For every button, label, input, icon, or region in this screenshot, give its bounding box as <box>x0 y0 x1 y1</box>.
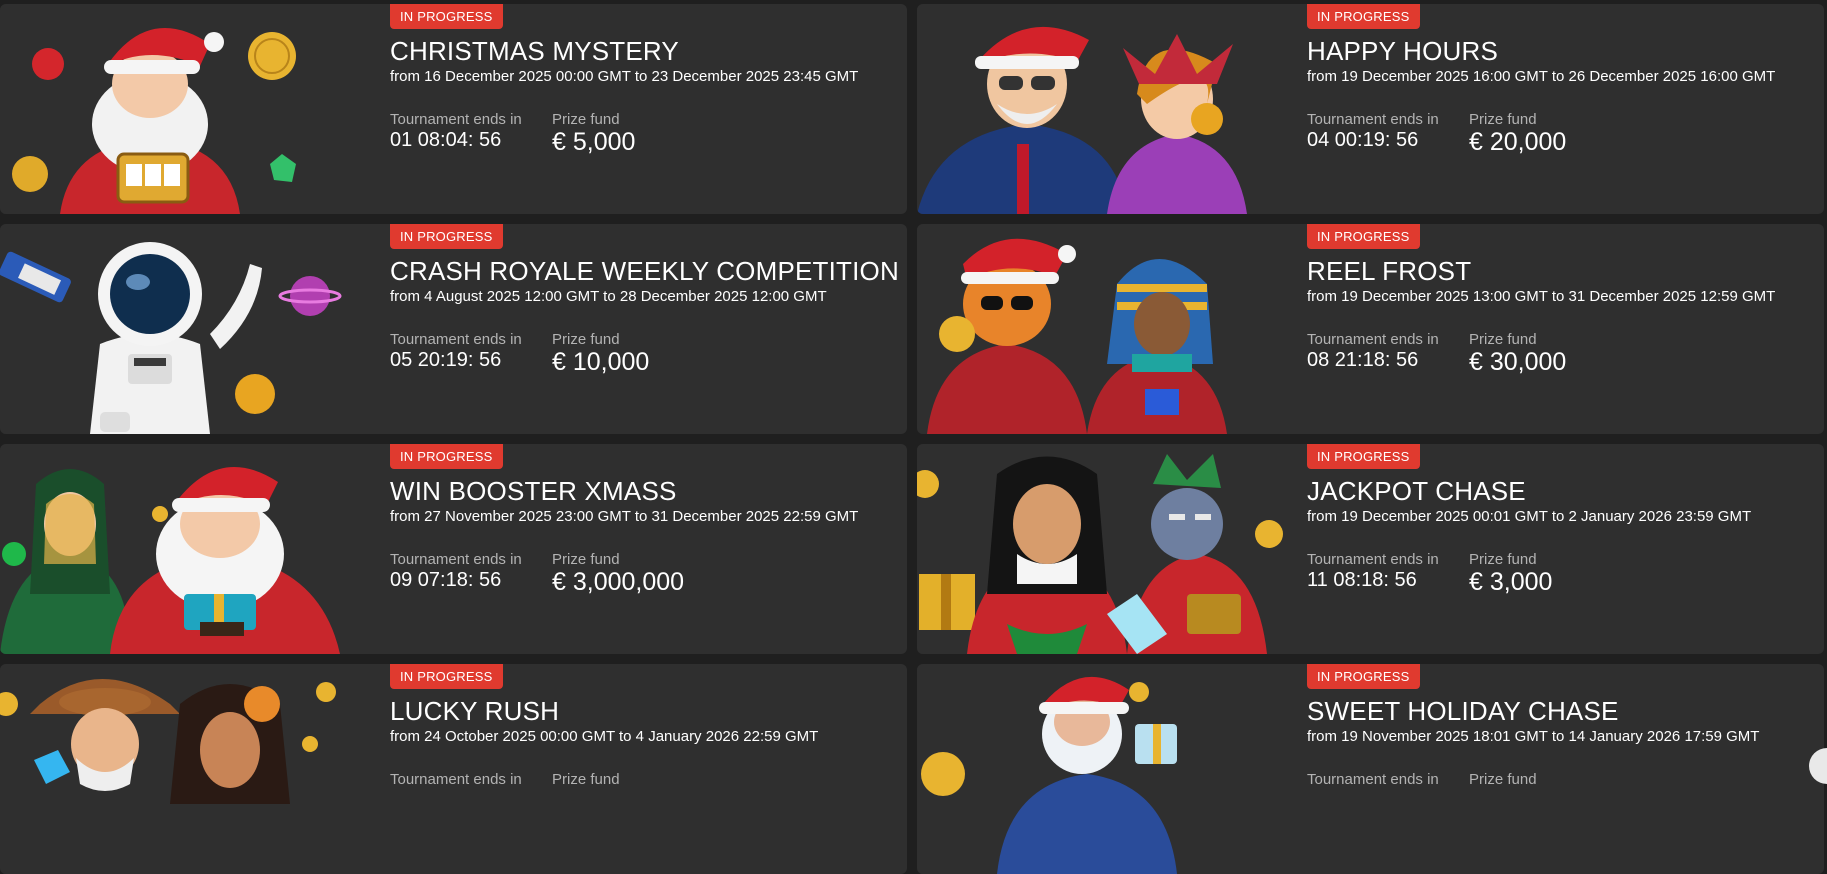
prize-fund-value: € 30,000 <box>1469 348 1567 376</box>
tournament-dates: from 16 December 2025 00:00 GMT to 23 De… <box>390 68 859 85</box>
tournament-image <box>0 664 370 874</box>
ends-in-label: Tournament ends in <box>1307 331 1439 348</box>
ends-in-label: Tournament ends in <box>390 331 522 348</box>
prize-fund-label: Prize fund <box>552 551 620 568</box>
prize-fund-value: € 5,000 <box>552 128 636 156</box>
prize-fund-value: € 10,000 <box>552 348 650 376</box>
prize-fund-label: Prize fund <box>552 771 620 788</box>
ends-in-countdown: 04 00:19: 56 <box>1307 129 1419 151</box>
tournament-image <box>917 4 1287 214</box>
tournament-image <box>0 4 370 214</box>
ends-in-countdown: 11 08:18: 56 <box>1307 569 1417 591</box>
tournament-card-crash-royale-weekly-competition[interactable]: IN PROGRESS CRASH ROYALE WEEKLY COMPETIT… <box>0 224 907 434</box>
status-badge: IN PROGRESS <box>1307 224 1420 249</box>
ends-in-countdown: 01 08:04: 56 <box>390 129 502 151</box>
tournament-image <box>0 224 370 434</box>
prize-fund-label: Prize fund <box>552 331 620 348</box>
ends-in-label: Tournament ends in <box>390 551 522 568</box>
ends-in-countdown: 05 20:19: 56 <box>390 349 502 371</box>
tournament-card-happy-hours[interactable]: IN PROGRESS HAPPY HOURS from 19 December… <box>917 4 1824 214</box>
tournament-card-win-booster-xmass[interactable]: IN PROGRESS WIN BOOSTER XMASS from 27 No… <box>0 444 907 654</box>
tournament-dates: from 19 November 2025 18:01 GMT to 14 Ja… <box>1307 728 1760 745</box>
tournament-title: JACKPOT CHASE <box>1307 476 1526 506</box>
tournament-title: LUCKY RUSH <box>390 696 560 726</box>
tournament-dates: from 19 December 2025 13:00 GMT to 31 De… <box>1307 288 1776 305</box>
tournament-dates: from 27 November 2025 23:00 GMT to 31 De… <box>390 508 859 525</box>
prize-fund-label: Prize fund <box>1469 331 1537 348</box>
tournament-title: CRASH ROYALE WEEKLY COMPETITION <box>390 256 899 286</box>
status-badge: IN PROGRESS <box>1307 4 1420 29</box>
tournament-title: WIN BOOSTER XMASS <box>390 476 677 506</box>
status-badge: IN PROGRESS <box>390 664 503 689</box>
tournament-image <box>917 664 1287 874</box>
tournament-title: REEL FROST <box>1307 256 1472 286</box>
ends-in-label: Tournament ends in <box>390 771 522 788</box>
status-badge: IN PROGRESS <box>1307 664 1420 689</box>
tournament-title: CHRISTMAS MYSTERY <box>390 36 679 66</box>
tournament-title: HAPPY HOURS <box>1307 36 1498 66</box>
tournament-image <box>0 444 370 654</box>
prize-fund-value: € 20,000 <box>1469 128 1567 156</box>
ends-in-label: Tournament ends in <box>1307 771 1439 788</box>
status-badge: IN PROGRESS <box>390 4 503 29</box>
prize-fund-label: Prize fund <box>552 111 620 128</box>
status-badge: IN PROGRESS <box>390 444 503 469</box>
tournament-card-jackpot-chase[interactable]: IN PROGRESS JACKPOT CHASE from 19 Decemb… <box>917 444 1824 654</box>
tournament-dates: from 24 October 2025 00:00 GMT to 4 Janu… <box>390 728 819 745</box>
tournament-card-sweet-holiday-chase[interactable]: IN PROGRESS SWEET HOLIDAY CHASE from 19 … <box>917 664 1824 874</box>
prize-fund-label: Prize fund <box>1469 111 1537 128</box>
tournament-title: SWEET HOLIDAY CHASE <box>1307 696 1619 726</box>
prize-fund-label: Prize fund <box>1469 551 1537 568</box>
tournament-dates: from 4 August 2025 12:00 GMT to 28 Decem… <box>390 288 827 305</box>
tournament-image <box>917 444 1287 654</box>
prize-fund-value: € 3,000 <box>1469 568 1553 596</box>
tournament-grid: IN PROGRESS CHRISTMAS MYSTERY from 16 De… <box>0 0 1827 874</box>
tournament-card-reel-frost[interactable]: IN PROGRESS REEL FROST from 19 December … <box>917 224 1824 434</box>
ends-in-countdown: 08 21:18: 56 <box>1307 349 1419 371</box>
prize-fund-value: € 3,000,000 <box>552 568 685 596</box>
ends-in-label: Tournament ends in <box>390 111 522 128</box>
ends-in-label: Tournament ends in <box>1307 551 1439 568</box>
ends-in-label: Tournament ends in <box>1307 111 1439 128</box>
ends-in-countdown: 09 07:18: 56 <box>390 569 502 591</box>
tournament-image <box>917 224 1287 434</box>
status-badge: IN PROGRESS <box>390 224 503 249</box>
prize-fund-label: Prize fund <box>1469 771 1537 788</box>
tournament-dates: from 19 December 2025 16:00 GMT to 26 De… <box>1307 68 1776 85</box>
tournament-card-lucky-rush[interactable]: IN PROGRESS LUCKY RUSH from 24 October 2… <box>0 664 907 874</box>
tournament-card-christmas-mystery[interactable]: IN PROGRESS CHRISTMAS MYSTERY from 16 De… <box>0 4 907 214</box>
tournament-dates: from 19 December 2025 00:01 GMT to 2 Jan… <box>1307 508 1752 525</box>
status-badge: IN PROGRESS <box>1307 444 1420 469</box>
